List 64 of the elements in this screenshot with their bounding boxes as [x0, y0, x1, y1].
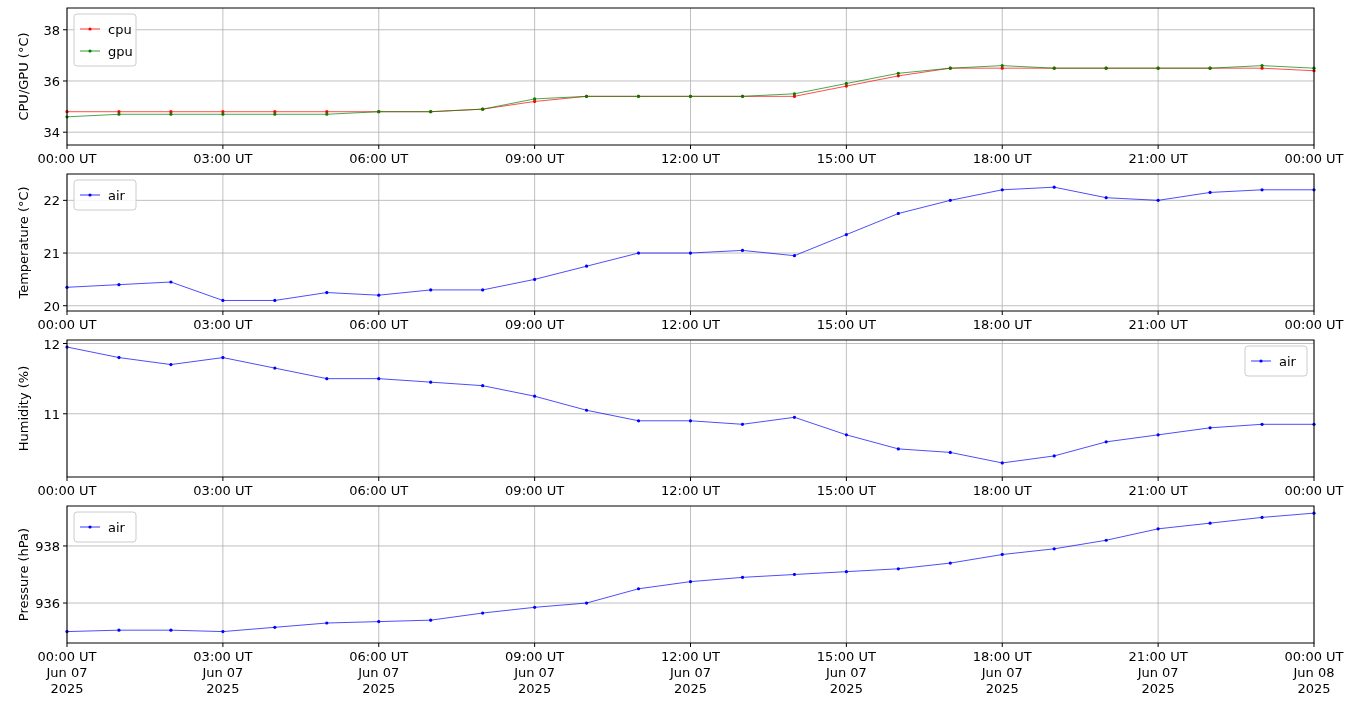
tick-label: 36: [43, 74, 60, 89]
tick-label: 00:00 UT: [37, 483, 97, 498]
axis-label: Temperature (°C): [16, 186, 31, 299]
tick-label: 06:00 UT: [349, 317, 409, 332]
legend-line-icon: [1250, 359, 1272, 363]
tick-label: 12:00 UT: [660, 317, 721, 332]
legend-background: [1244, 345, 1308, 377]
tick-label: 15:00 UT Jun 07 2025: [816, 649, 876, 696]
tick-label: 21:00 UT: [1128, 483, 1188, 498]
tick-label: 03:00 UT: [193, 151, 253, 166]
tick-label: 12:00 UT Jun 07 2025: [660, 649, 721, 696]
tick-label: 03:00 UT: [193, 317, 253, 332]
tick-label: 21:00 UT Jun 07 2025: [1128, 649, 1188, 696]
legend-line-icon: [79, 525, 101, 529]
tick-label: 09:00 UT: [505, 151, 565, 166]
tick-label: 12:00 UT: [660, 483, 721, 498]
tick-label: 21: [43, 246, 60, 262]
legend-line-icon: [79, 193, 101, 197]
tick-label: 12:00 UT: [660, 151, 721, 166]
tick-label: 20: [43, 298, 60, 314]
tick-label: 936: [35, 596, 60, 612]
legend-background: [73, 511, 137, 543]
tick-label: 38: [43, 22, 60, 38]
legend-label: air: [108, 188, 125, 203]
tick-label: 03:00 UT: [193, 483, 253, 498]
tick-label: 00:00 UT: [1284, 151, 1344, 166]
tick-label: 938: [35, 538, 60, 554]
tick-label: 00:00 UT Jun 08 2025: [1284, 649, 1344, 696]
tick-label: 18:00 UT: [972, 483, 1032, 498]
tick-label: 03:00 UT Jun 07 2025: [193, 649, 253, 696]
tick-label: 09:00 UT Jun 07 2025: [505, 649, 565, 696]
tick-label: 06:00 UT: [349, 483, 409, 498]
tick-label: 15:00 UT: [816, 483, 876, 498]
legend-label: gpu: [108, 44, 133, 59]
tick-label: 00:00 UT: [37, 151, 97, 166]
tick-label: 18:00 UT: [972, 317, 1032, 332]
tick-label: 00:00 UT Jun 07 2025: [37, 649, 97, 696]
tick-label: 22: [43, 193, 60, 209]
legend-background: [73, 13, 137, 67]
legend-line-icon: [79, 27, 101, 31]
tick-label: 21:00 UT: [1128, 151, 1188, 166]
axis-label: Pressure (hPa): [16, 527, 31, 622]
tick-label: 00:00 UT: [1284, 317, 1344, 332]
tick-label: 11: [43, 406, 60, 422]
tick-label: 15:00 UT: [816, 151, 876, 166]
tick-label: 18:00 UT: [972, 151, 1032, 166]
axis-label: CPU/GPU (°C): [16, 32, 31, 121]
tick-label: 12: [43, 336, 60, 352]
tick-label: 09:00 UT: [505, 317, 565, 332]
tick-label: 00:00 UT: [37, 317, 97, 332]
tick-label: 15:00 UT: [816, 317, 876, 332]
legend-label: air: [108, 520, 125, 535]
tick-label: 06:00 UT Jun 07 2025: [349, 649, 409, 696]
tick-label: 06:00 UT: [349, 151, 409, 166]
tick-label: 21:00 UT: [1128, 317, 1188, 332]
tick-label: 18:00 UT Jun 07 2025: [972, 649, 1032, 696]
legend-background: [73, 179, 137, 211]
legend-label: cpu: [108, 22, 132, 37]
legend-line-icon: [79, 49, 101, 53]
tick-label: 34: [43, 125, 60, 141]
axis-label: Humidity (%): [16, 365, 31, 452]
tick-label: 09:00 UT: [505, 483, 565, 498]
legend-label: air: [1279, 354, 1296, 369]
tick-label: 00:00 UT: [1284, 483, 1344, 498]
